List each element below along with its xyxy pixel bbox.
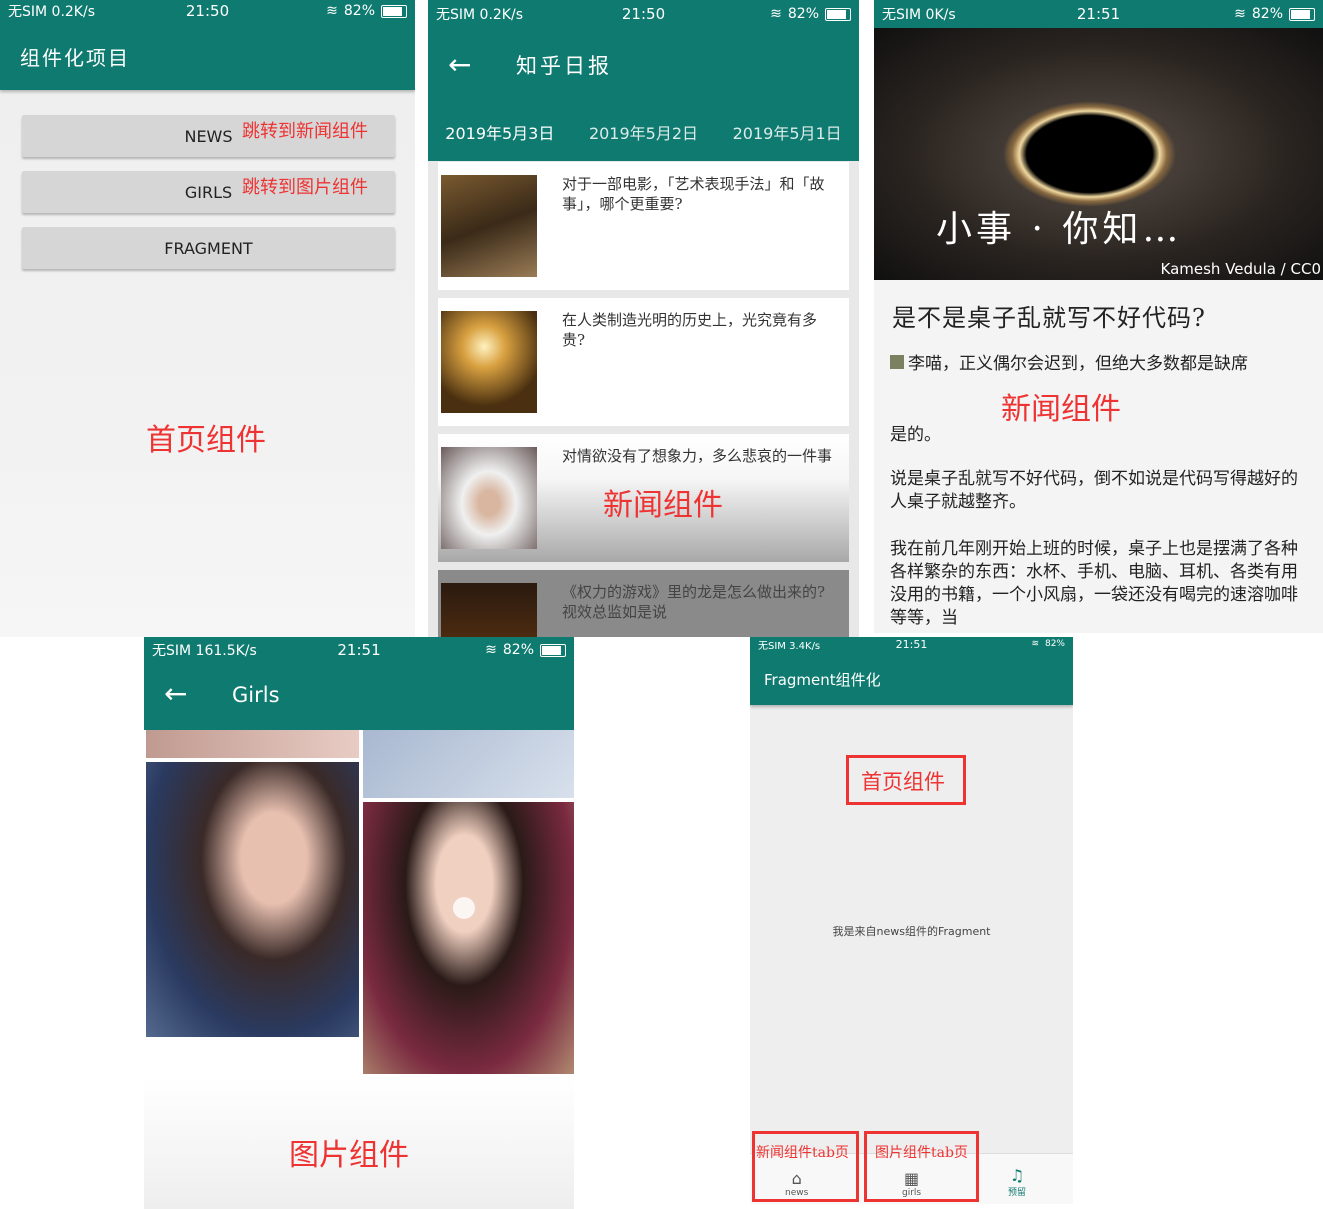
carrier-text: 无SIM 161.5K/s — [152, 643, 257, 659]
photo-tile[interactable] — [146, 730, 359, 758]
image-credit: Kamesh Vedula / CC0 — [1160, 260, 1322, 278]
hero-text: 小事 · 你知… — [936, 209, 1183, 250]
back-arrow-icon[interactable]: ← — [164, 677, 187, 710]
girls-button-label: GIRLS — [184, 182, 233, 202]
home-caption-box: 首页组件 — [846, 755, 966, 805]
news-caption: 新闻组件 — [603, 488, 723, 523]
news-button[interactable]: NEWS 跳转到新闻组件 — [22, 115, 395, 157]
home-caption: 首页组件 — [861, 770, 945, 794]
bell-icon: ♫ — [1009, 1166, 1025, 1185]
home-caption: 首页组件 — [146, 423, 266, 458]
battery-icon — [1289, 7, 1315, 21]
author-text: 李喵，正义偶尔会迟到，但绝大多数都是缺席 — [908, 354, 1248, 374]
photo-tile[interactable] — [363, 802, 574, 1074]
home-screen: 无SIM 0.2K/s 21:50 ≋ 82% 组件化项目 NEWS 跳转到新闻组… — [0, 0, 415, 637]
list-item[interactable]: 对于一部电影，「艺术表现手法」和「故事」，哪个更重要? — [438, 162, 849, 290]
girls-button-annotation: 跳转到图片组件 — [242, 177, 368, 198]
battery-text: 82% — [1251, 6, 1283, 22]
paragraph-2: 说是桌子乱就写不好代码，倒不如说是代码写得越好的人桌子就越整齐。 — [890, 469, 1298, 512]
clock: 21:51 — [337, 641, 381, 659]
avatar — [890, 355, 904, 369]
news-button-label: NEWS — [184, 126, 233, 146]
battery-text: 82% — [787, 6, 819, 22]
item-title: 对情欲没有了想象力，多么悲哀的一件事 — [562, 447, 833, 465]
page-title: Girls — [232, 683, 280, 707]
news-tab-annotation-box: 新闻组件tab页 — [752, 1131, 859, 1202]
status-bar: 无SIM 3.4K/s 21:51 ≋ 82% — [750, 637, 1073, 652]
wifi-icon: ≋ — [326, 3, 338, 19]
fragment-screen: 无SIM 3.4K/s 21:51 ≋ 82% Fragment组件化 首页组件 … — [750, 637, 1073, 1204]
news-caption: 新闻组件 — [1001, 392, 1121, 427]
news-tab-annotation: 新闻组件tab页 — [756, 1145, 849, 1161]
paragraph-1: 是的。 — [890, 425, 941, 445]
tab-date-1[interactable]: 2019年5月3日 — [445, 120, 554, 144]
author-line: 李喵，正义偶尔会迟到，但绝大多数都是缺席 — [890, 353, 1301, 376]
battery-text: 82% — [1044, 639, 1065, 649]
clock: 21:51 — [895, 637, 928, 651]
clock: 21:50 — [185, 2, 230, 20]
status-bar: 无SIM 161.5K/s 21:51 ≋ 82% — [144, 637, 574, 663]
back-arrow-icon[interactable]: ← — [448, 48, 471, 81]
girls-tab-annotation: 图片组件tab页 — [875, 1145, 968, 1161]
paragraph-3: 我在前几年刚开始上班的时候，桌子上也是摆满了各种各样繁杂的东西：水杯、手机、电脑… — [890, 539, 1298, 628]
wifi-icon: ≋ — [1234, 6, 1246, 22]
list-item[interactable]: 在人类制造光明的历史上，光究竟有多贵? — [438, 298, 849, 426]
girls-screen: 无SIM 161.5K/s 21:51 ≋ 82% ← Girls 图片组件 — [144, 637, 574, 1209]
status-bar: 无SIM 0.2K/s 21:50 ≋ 82% — [0, 0, 415, 22]
list-item[interactable]: 《权力的游戏》里的龙是怎么做出来的? 视效总监如是说 — [438, 570, 849, 637]
girls-tab-annotation-box: 图片组件tab页 — [864, 1131, 979, 1202]
article-screen: 无SIM 0K/s 21:51 ≋ 82% 小事 · 你知… Kamesh Ved… — [874, 0, 1323, 633]
battery-icon — [540, 643, 566, 657]
app-bar: Fragment组件化 — [750, 651, 1073, 705]
carrier-text: 无SIM 0.2K/s — [436, 7, 524, 23]
clock: 21:50 — [621, 5, 666, 23]
page-title: 组件化项目 — [20, 46, 130, 70]
thumbnail-image — [441, 175, 537, 277]
girls-caption: 图片组件 — [289, 1138, 409, 1173]
carrier-text: 无SIM 0.2K/s — [8, 4, 96, 20]
battery-text: 82% — [502, 642, 534, 658]
page-title: Fragment组件化 — [764, 671, 881, 689]
app-bar: ← 知乎日报 2019年5月3日 2019年5月2日 2019年5月1日 — [428, 28, 859, 161]
page-title: 知乎日报 — [516, 54, 612, 78]
tab-date-3[interactable]: 2019年5月1日 — [733, 120, 842, 144]
touch-indicator — [453, 897, 475, 919]
fragment-content-text: 我是来自news组件的Fragment — [832, 925, 991, 938]
thumbnail-image — [441, 583, 537, 637]
battery-text: 82% — [343, 3, 375, 19]
status-bar: 无SIM 0K/s 21:51 ≋ 82% — [874, 0, 1323, 28]
carrier-text: 无SIM 3.4K/s — [758, 640, 821, 652]
item-title: 对于一部电影，「艺术表现手法」和「故事」，哪个更重要? — [562, 175, 825, 213]
status-bar: 无SIM 0.2K/s 21:50 ≋ 82% — [428, 0, 859, 28]
fragment-button[interactable]: FRAGMENT — [22, 227, 395, 269]
thumbnail-image — [441, 447, 537, 549]
article-title: 是不是桌子乱就写不好代码? — [892, 304, 1206, 332]
tab-reserved[interactable]: ♫ 预留 — [1008, 1166, 1026, 1198]
app-bar: 组件化项目 — [0, 22, 415, 90]
wifi-icon: ≋ — [770, 6, 782, 22]
news-button-annotation: 跳转到新闻组件 — [242, 121, 368, 142]
item-title: 《权力的游戏》里的龙是怎么做出来的? 视效总监如是说 — [562, 583, 826, 621]
photo-tile[interactable] — [146, 762, 359, 1037]
carrier-text: 无SIM 0K/s — [882, 7, 956, 23]
tab-reserved-label: 预留 — [1008, 1188, 1027, 1198]
item-title: 在人类制造光明的历史上，光究竟有多贵? — [562, 311, 818, 349]
clock: 21:51 — [1076, 5, 1121, 23]
battery-icon — [825, 7, 851, 21]
girls-button[interactable]: GIRLS 跳转到图片组件 — [22, 171, 395, 213]
app-bar: ← Girls — [144, 663, 574, 730]
thumbnail-image — [441, 311, 537, 413]
photo-tile[interactable] — [363, 730, 574, 798]
tab-date-2[interactable]: 2019年5月2日 — [589, 120, 698, 144]
date-tabs: 2019年5月3日 2019年5月2日 2019年5月1日 — [428, 120, 859, 144]
fragment-button-label: FRAGMENT — [164, 238, 253, 258]
hero-image: 小事 · 你知… Kamesh Vedula / CC0 — [874, 28, 1323, 280]
battery-icon — [381, 4, 407, 18]
zhihu-screen: 无SIM 0.2K/s 21:50 ≋ 82% ← 知乎日报 2019年5月3日 … — [428, 0, 859, 637]
wifi-icon: ≋ — [485, 642, 497, 658]
wifi-icon: ≋ — [1031, 639, 1039, 649]
